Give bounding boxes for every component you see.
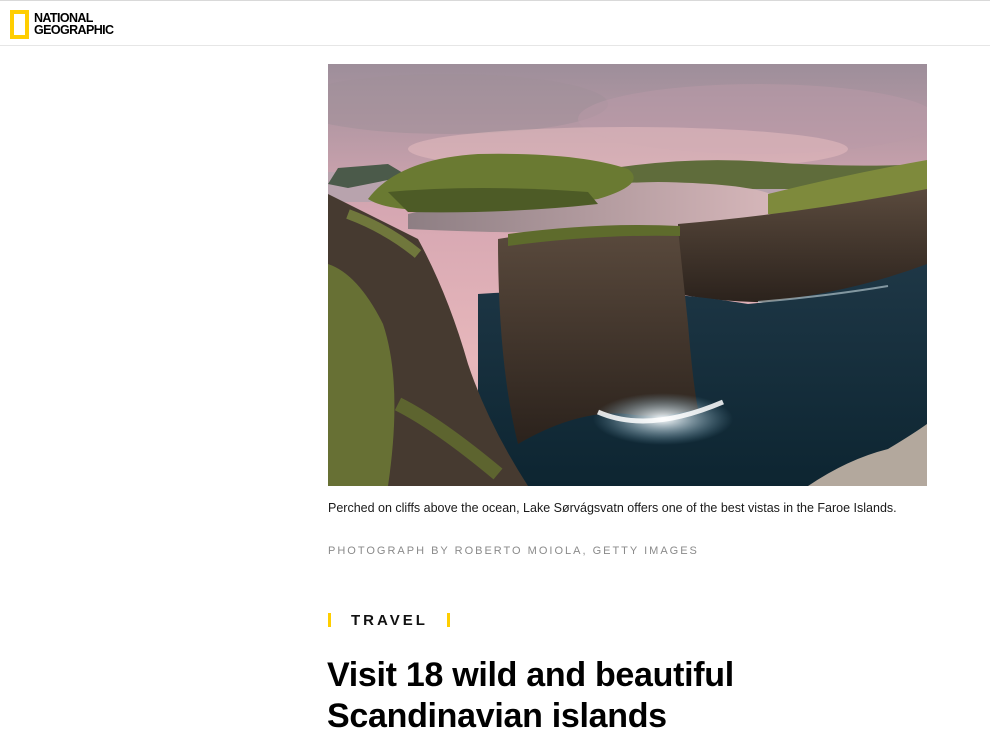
logo-line-2: GEOGRAPHIC (34, 23, 114, 37)
logo-wordmark: NATIONAL GEOGRAPHIC (34, 11, 114, 37)
kicker-bar-right (446, 613, 450, 627)
natgeo-logo[interactable]: NATIONAL GEOGRAPHIC (10, 9, 114, 39)
kicker-label[interactable]: TRAVEL (351, 612, 428, 629)
photo-caption: Perched on cliffs above the ocean, Lake … (328, 501, 897, 515)
yellow-border-logo-icon (10, 9, 29, 39)
section-kicker[interactable]: TRAVEL (328, 611, 450, 629)
kicker-bar-left (328, 613, 331, 627)
photo-credit: PHOTOGRAPH BY ROBERTO MOIOLA, GETTY IMAG… (328, 545, 699, 557)
site-header: NATIONAL GEOGRAPHIC (0, 0, 990, 46)
hero-photo (328, 64, 927, 486)
article-headline: Visit 18 wild and beautiful Scandinavian… (327, 656, 734, 735)
